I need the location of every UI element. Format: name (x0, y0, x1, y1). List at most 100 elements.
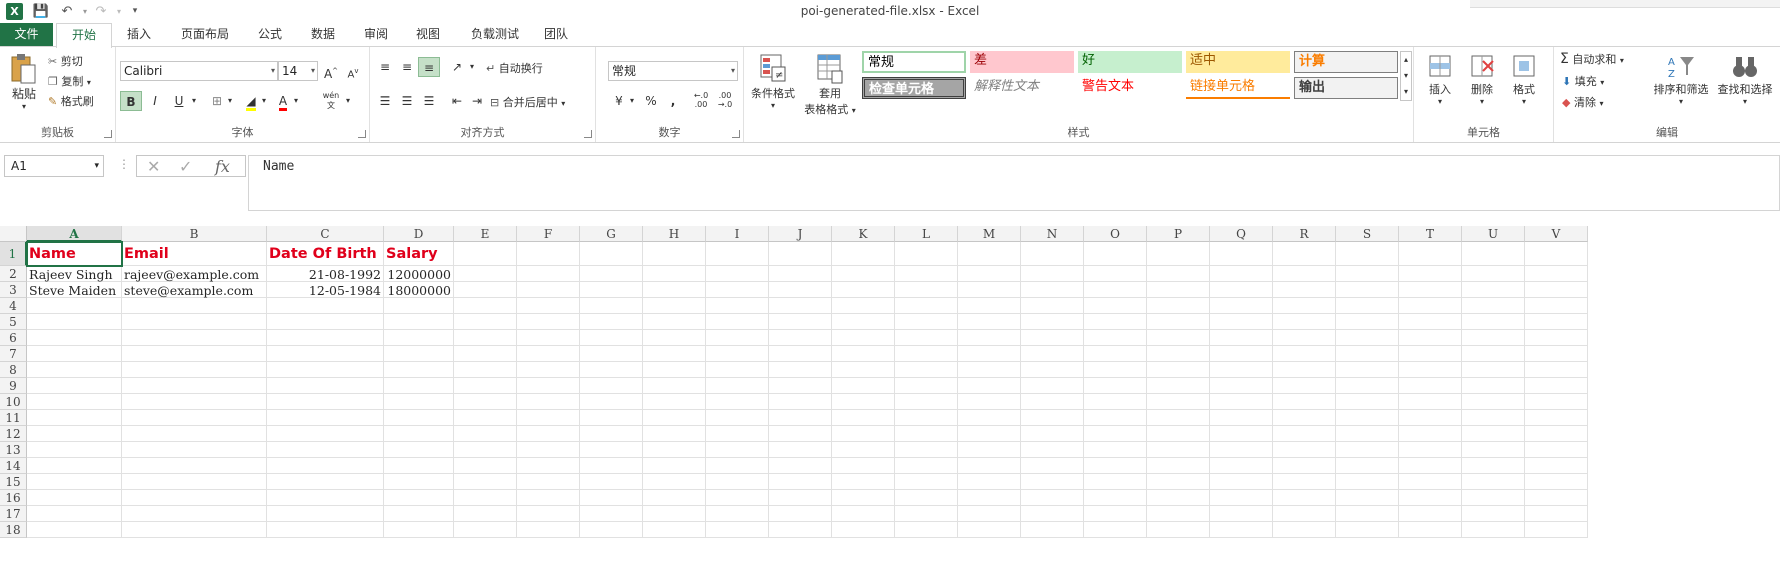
cell-I17[interactable] (706, 506, 769, 522)
cell-I4[interactable] (706, 298, 769, 314)
cell-K5[interactable] (832, 314, 895, 330)
cell-N7[interactable] (1021, 346, 1084, 362)
cell-J6[interactable] (769, 330, 832, 346)
cell-T18[interactable] (1399, 522, 1462, 538)
cell-L8[interactable] (895, 362, 958, 378)
cell-M11[interactable] (958, 410, 1021, 426)
tab-insert[interactable]: 插入 (116, 23, 162, 47)
cell-I14[interactable] (706, 458, 769, 474)
cell-H2[interactable] (643, 266, 706, 282)
cell-G14[interactable] (580, 458, 643, 474)
cell-L15[interactable] (895, 474, 958, 490)
cell-H10[interactable] (643, 394, 706, 410)
cell-L4[interactable] (895, 298, 958, 314)
cell-E15[interactable] (454, 474, 517, 490)
cell-C6[interactable] (267, 330, 384, 346)
cell-J3[interactable] (769, 282, 832, 298)
cell-V9[interactable] (1525, 378, 1588, 394)
cell-D6[interactable] (384, 330, 454, 346)
cell-N17[interactable] (1021, 506, 1084, 522)
cell-L1[interactable] (895, 242, 958, 266)
column-header[interactable]: V (1525, 226, 1588, 242)
cell-U18[interactable] (1462, 522, 1525, 538)
cell-J5[interactable] (769, 314, 832, 330)
cell-S14[interactable] (1336, 458, 1399, 474)
cell-E9[interactable] (454, 378, 517, 394)
cell-N13[interactable] (1021, 442, 1084, 458)
cell-M6[interactable] (958, 330, 1021, 346)
cell-R12[interactable] (1273, 426, 1336, 442)
cell-O13[interactable] (1084, 442, 1147, 458)
row-header[interactable]: 6 (0, 330, 27, 346)
cell-S6[interactable] (1336, 330, 1399, 346)
cell-D5[interactable] (384, 314, 454, 330)
cell-style-item[interactable]: 链接单元格 (1186, 77, 1290, 99)
cell-Q10[interactable] (1210, 394, 1273, 410)
cell-V6[interactable] (1525, 330, 1588, 346)
cell-D13[interactable] (384, 442, 454, 458)
cell-D15[interactable] (384, 474, 454, 490)
cell-P16[interactable] (1147, 490, 1210, 506)
cell-V12[interactable] (1525, 426, 1588, 442)
cell-I6[interactable] (706, 330, 769, 346)
cell-Q9[interactable] (1210, 378, 1273, 394)
cell-U1[interactable] (1462, 242, 1525, 266)
cell-F5[interactable] (517, 314, 580, 330)
cell-M10[interactable] (958, 394, 1021, 410)
column-header[interactable]: I (706, 226, 769, 242)
cell-R16[interactable] (1273, 490, 1336, 506)
cell-Q5[interactable] (1210, 314, 1273, 330)
column-header[interactable]: A (27, 226, 122, 242)
cell-U12[interactable] (1462, 426, 1525, 442)
cell-P7[interactable] (1147, 346, 1210, 362)
row-header[interactable]: 9 (0, 378, 27, 394)
cell-C13[interactable] (267, 442, 384, 458)
cell-O18[interactable] (1084, 522, 1147, 538)
cell-B10[interactable] (122, 394, 267, 410)
cell-Q12[interactable] (1210, 426, 1273, 442)
cell-M5[interactable] (958, 314, 1021, 330)
cell-V14[interactable] (1525, 458, 1588, 474)
cell-J16[interactable] (769, 490, 832, 506)
cell-D14[interactable] (384, 458, 454, 474)
find-select-button[interactable]: 查找和选择 ▾ (1714, 53, 1776, 106)
cell-E3[interactable] (454, 282, 517, 298)
row-header[interactable]: 2 (0, 266, 27, 282)
cell-J12[interactable] (769, 426, 832, 442)
cell-H13[interactable] (643, 442, 706, 458)
column-header[interactable]: M (958, 226, 1021, 242)
cell-D3[interactable]: 18000000 (384, 282, 454, 298)
cell-L9[interactable] (895, 378, 958, 394)
cell-A8[interactable] (27, 362, 122, 378)
cell-F18[interactable] (517, 522, 580, 538)
align-left-icon[interactable]: ☰ (374, 91, 396, 111)
cell-F16[interactable] (517, 490, 580, 506)
cell-A1[interactable]: Name (26, 241, 123, 267)
cell-style-item[interactable]: 常规 (862, 51, 966, 73)
cell-I18[interactable] (706, 522, 769, 538)
font-name-select[interactable]: Calibri ▾ (120, 61, 278, 81)
cell-P11[interactable] (1147, 410, 1210, 426)
cell-E8[interactable] (454, 362, 517, 378)
cell-D16[interactable] (384, 490, 454, 506)
cell-R14[interactable] (1273, 458, 1336, 474)
cell-K7[interactable] (832, 346, 895, 362)
cell-U7[interactable] (1462, 346, 1525, 362)
decrease-decimal-icon[interactable]: .00 →.0 (714, 91, 736, 111)
comma-button[interactable]: , (662, 91, 684, 111)
cell-U10[interactable] (1462, 394, 1525, 410)
cell-A10[interactable] (27, 394, 122, 410)
cell-style-item[interactable]: 计算 (1294, 51, 1398, 73)
cell-N10[interactable] (1021, 394, 1084, 410)
cell-I3[interactable] (706, 282, 769, 298)
cell-Q17[interactable] (1210, 506, 1273, 522)
cell-J18[interactable] (769, 522, 832, 538)
cell-I9[interactable] (706, 378, 769, 394)
cell-K10[interactable] (832, 394, 895, 410)
cell-D12[interactable] (384, 426, 454, 442)
cell-Q15[interactable] (1210, 474, 1273, 490)
cell-K12[interactable] (832, 426, 895, 442)
underline-dropdown-icon[interactable]: ▾ (188, 91, 200, 111)
row-header[interactable]: 4 (0, 298, 27, 314)
cell-M12[interactable] (958, 426, 1021, 442)
